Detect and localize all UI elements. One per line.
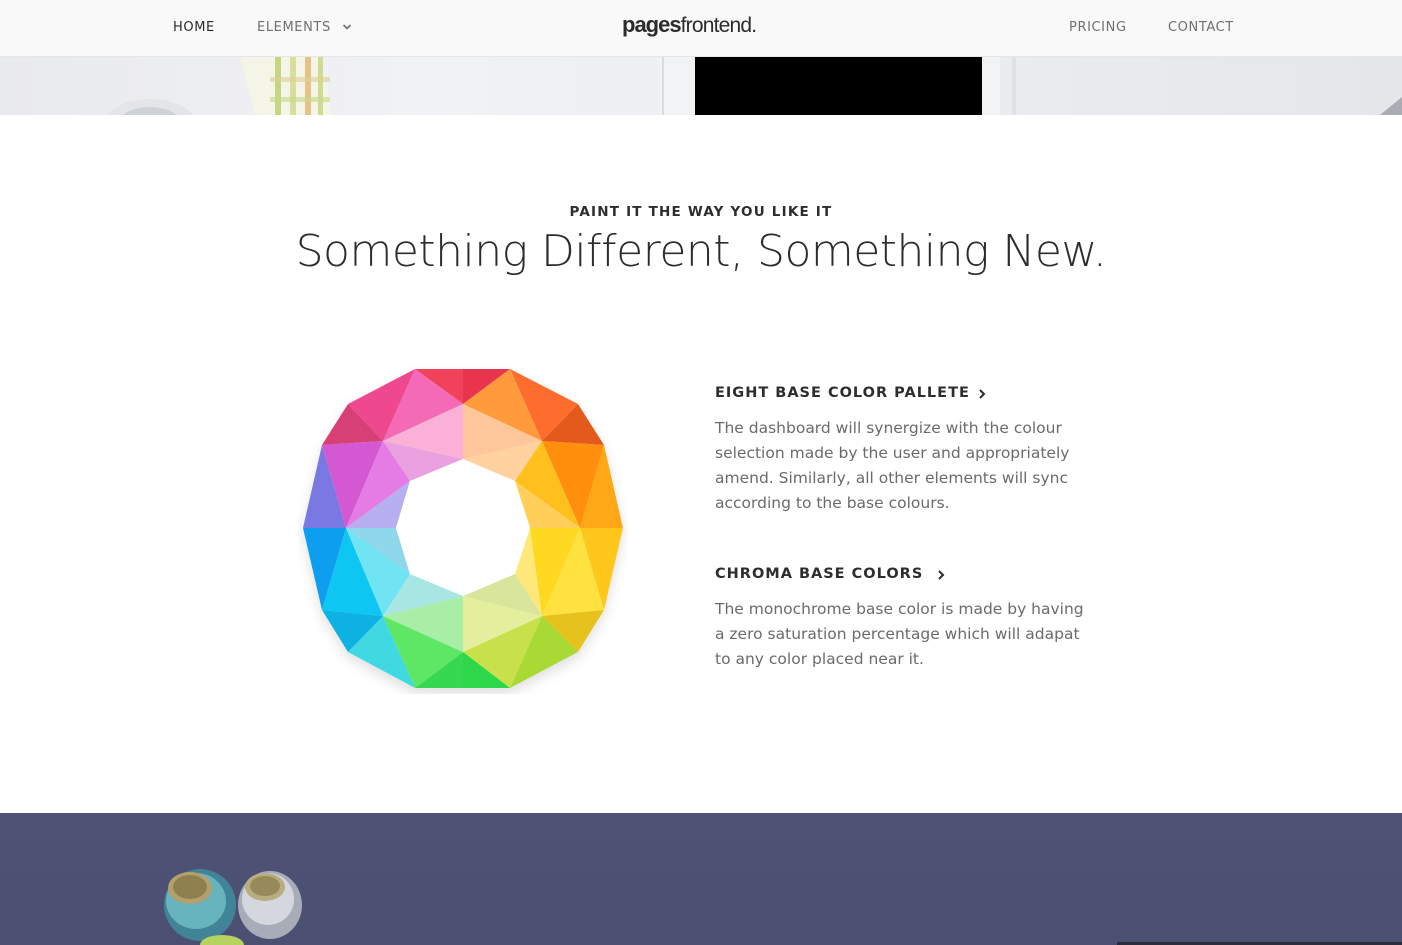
hero-photo-illustration <box>106 57 1402 115</box>
chevron-right-icon[interactable] <box>977 388 987 400</box>
section-headline-text: Something Different, Something New. <box>295 226 1107 277</box>
nav-contact-link[interactable]: CONTACT <box>1168 20 1234 35</box>
feature-body-chroma: The monochrome base color is made by hav… <box>715 600 1084 668</box>
color-wheel-illustration <box>303 369 623 688</box>
logo-bold-text: pages <box>622 12 682 37</box>
section-eyebrow: PAINT IT THE WAY YOU LIKE IT <box>569 204 833 220</box>
chevron-down-icon[interactable] <box>342 22 352 32</box>
nav-pricing-link[interactable]: PRICING <box>1069 20 1127 35</box>
hero-image <box>0 57 1402 115</box>
nav-elements-link[interactable]: ELEMENTS <box>257 20 331 35</box>
chevron-right-icon[interactable] <box>936 569 946 581</box>
feature-body-base-palette: The dashboard will synergize with the co… <box>715 419 1070 512</box>
brand-logo[interactable]: pagesfrontend. <box>622 12 758 38</box>
logo-light-text: frontend. <box>680 14 758 37</box>
feature-title-base-palette[interactable]: EIGHT BASE COLOR PALLETE <box>715 385 970 401</box>
section-headline: Something Different, Something New. <box>0 226 1402 277</box>
nav-home-link[interactable]: HOME <box>173 20 215 35</box>
top-navbar: HOME ELEMENTS pagesfrontend. PRICING CON… <box>0 0 1402 57</box>
bottom-image-section <box>0 813 1402 945</box>
bottom-photo-illustration <box>164 869 1402 945</box>
feature-title-chroma[interactable]: CHROMA BASE COLORS <box>715 566 923 582</box>
